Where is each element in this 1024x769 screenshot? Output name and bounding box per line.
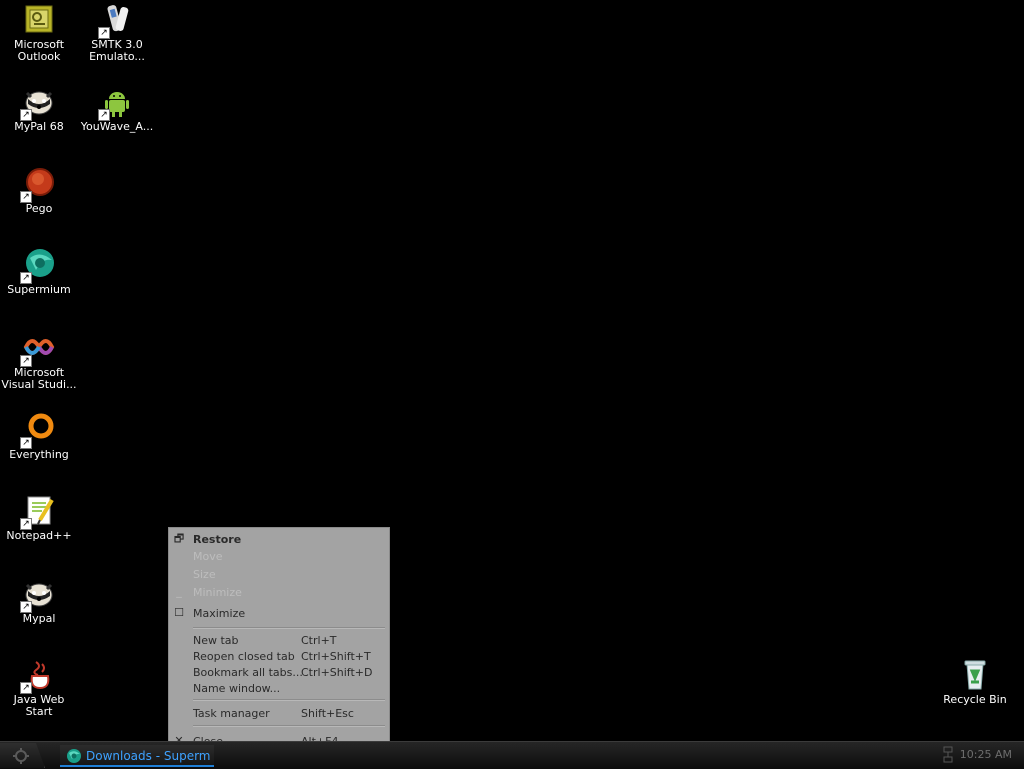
start-button[interactable] xyxy=(0,743,45,768)
maximize-icon: ☐ xyxy=(174,606,184,619)
everything-icon: ↗ xyxy=(20,413,56,449)
menu-item-name-window[interactable]: Name window... xyxy=(169,680,389,696)
shortcut-arrow-icon: ↗ xyxy=(20,518,32,530)
java-icon: ↗ xyxy=(20,658,56,694)
desktop-icon-label: SMTK 3.0 Emulato... xyxy=(89,38,145,63)
desktop-icon-mypal-68[interactable]: ↗ MyPal 68 xyxy=(0,85,79,133)
menu-item-move: Move xyxy=(169,548,389,564)
menu-item-label: Bookmark all tabs... xyxy=(193,666,303,679)
visual-studio-icon: ↗ xyxy=(20,331,56,367)
smtk-emulator-icon: ↗ xyxy=(98,3,134,39)
shortcut-arrow-icon: ↗ xyxy=(20,109,32,121)
shortcut-arrow-icon: ↗ xyxy=(20,191,32,203)
desktop-icon-label: Microsoft Visual Studi... xyxy=(1,366,77,391)
desktop-icon-java-web-start[interactable]: ↗ Java Web Start xyxy=(0,658,79,718)
shortcut-arrow-icon: ↗ xyxy=(20,272,32,284)
menu-item-restore[interactable]: 🗗 Restore xyxy=(169,531,389,547)
desktop-icon-outlook[interactable]: Microsoft Outlook xyxy=(0,3,79,63)
menu-item-label: New tab xyxy=(193,634,239,647)
menu-item-label: Reopen closed tab xyxy=(193,650,295,663)
shortcut-arrow-icon: ↗ xyxy=(20,437,32,449)
menu-separator xyxy=(193,725,385,727)
desktop-icon-notepadpp[interactable]: ↗ Notepad++ xyxy=(0,494,79,542)
desktop-icon-supermium[interactable]: ↗ Supermium xyxy=(0,248,79,296)
mypal-icon: ↗ xyxy=(20,577,56,613)
menu-item-label: Size xyxy=(193,568,216,581)
taskbar-button-label: Downloads - Supermi... xyxy=(86,749,210,763)
pego-icon: ↗ xyxy=(20,167,56,203)
supermium-icon xyxy=(67,749,81,763)
desktop-icon-label: Recycle Bin xyxy=(943,693,1007,706)
desktop-icon-label: Mypal xyxy=(22,612,56,625)
shortcut-arrow-icon: ↗ xyxy=(98,27,110,39)
restore-icon: 🗗 xyxy=(173,532,185,545)
menu-item-new-tab[interactable]: New tab Ctrl+T xyxy=(169,632,389,648)
menu-item-shortcut: Shift+Esc xyxy=(301,707,354,720)
desktop-icon-label: Java Web Start xyxy=(13,693,65,718)
shortcut-arrow-icon: ↗ xyxy=(20,355,32,367)
menu-item-bookmark-all-tabs[interactable]: Bookmark all tabs... Ctrl+Shift+D xyxy=(169,664,389,680)
minimize-icon: _ xyxy=(176,585,182,598)
outlook-icon xyxy=(22,3,56,37)
menu-item-task-manager[interactable]: Task manager Shift+Esc xyxy=(169,705,389,721)
menu-item-maximize[interactable]: ☐ Maximize xyxy=(169,605,389,621)
shortcut-arrow-icon: ↗ xyxy=(98,109,110,121)
desktop-icon-pego[interactable]: ↗ Pego xyxy=(0,167,79,215)
menu-item-label: Task manager xyxy=(193,707,270,720)
desktop-icon-smtk-emulator[interactable]: ↗ SMTK 3.0 Emulato... xyxy=(77,3,157,63)
window-context-menu: 🗗 Restore Move Size _ Minimize ☐ Maximiz… xyxy=(168,527,390,755)
desktop-icon-visual-studio[interactable]: ↗ Microsoft Visual Studi... xyxy=(0,331,79,391)
supermium-icon: ↗ xyxy=(20,248,56,284)
tray-network-icon[interactable] xyxy=(943,746,953,764)
shortcut-arrow-icon: ↗ xyxy=(20,601,32,613)
menu-item-reopen-closed-tab[interactable]: Reopen closed tab Ctrl+Shift+T xyxy=(169,648,389,664)
menu-item-shortcut: Ctrl+T xyxy=(301,634,337,647)
start-orb-icon xyxy=(13,748,29,764)
menu-item-label: Restore xyxy=(193,533,242,546)
shortcut-arrow-icon: ↗ xyxy=(20,682,32,694)
taskbar: Downloads - Supermi... 10:25 AM xyxy=(0,741,1024,769)
mypal-icon: ↗ xyxy=(20,85,56,121)
desktop-icon-label: Pego xyxy=(25,202,53,215)
menu-item-label: Move xyxy=(193,550,223,563)
desktop-icon-recycle-bin[interactable]: Recycle Bin xyxy=(935,658,1015,706)
menu-item-minimize: _ Minimize xyxy=(169,584,389,600)
taskbar-button-supermium[interactable]: Downloads - Supermi... xyxy=(60,745,214,767)
notepadpp-icon: ↗ xyxy=(20,494,56,530)
menu-separator xyxy=(193,627,385,629)
menu-item-label: Name window... xyxy=(193,682,281,695)
menu-item-label: Minimize xyxy=(193,586,242,599)
recycle-bin-icon xyxy=(958,658,992,692)
desktop-icon-label: YouWave_A... xyxy=(80,120,154,133)
menu-item-label: Maximize xyxy=(193,607,246,620)
menu-item-shortcut: Ctrl+Shift+T xyxy=(301,650,371,663)
desktop-icon-youwave[interactable]: ↗ YouWave_A... xyxy=(77,85,157,133)
desktop-icon-everything[interactable]: ↗ Everything xyxy=(0,413,79,461)
menu-separator xyxy=(193,699,385,701)
desktop-icon-mypal[interactable]: ↗ Mypal xyxy=(0,577,79,625)
android-icon: ↗ xyxy=(98,85,134,121)
desktop-icon-label: Notepad++ xyxy=(6,529,72,542)
menu-item-shortcut: Ctrl+Shift+D xyxy=(301,666,373,679)
menu-item-size: Size xyxy=(169,566,389,582)
desktop-icon-label: Everything xyxy=(9,448,69,461)
desktop-icon-label: Supermium xyxy=(7,283,71,296)
desktop-icon-label: Microsoft Outlook xyxy=(13,38,65,63)
taskbar-clock[interactable]: 10:25 AM xyxy=(960,748,1012,761)
desktop-icon-label: MyPal 68 xyxy=(14,120,64,133)
